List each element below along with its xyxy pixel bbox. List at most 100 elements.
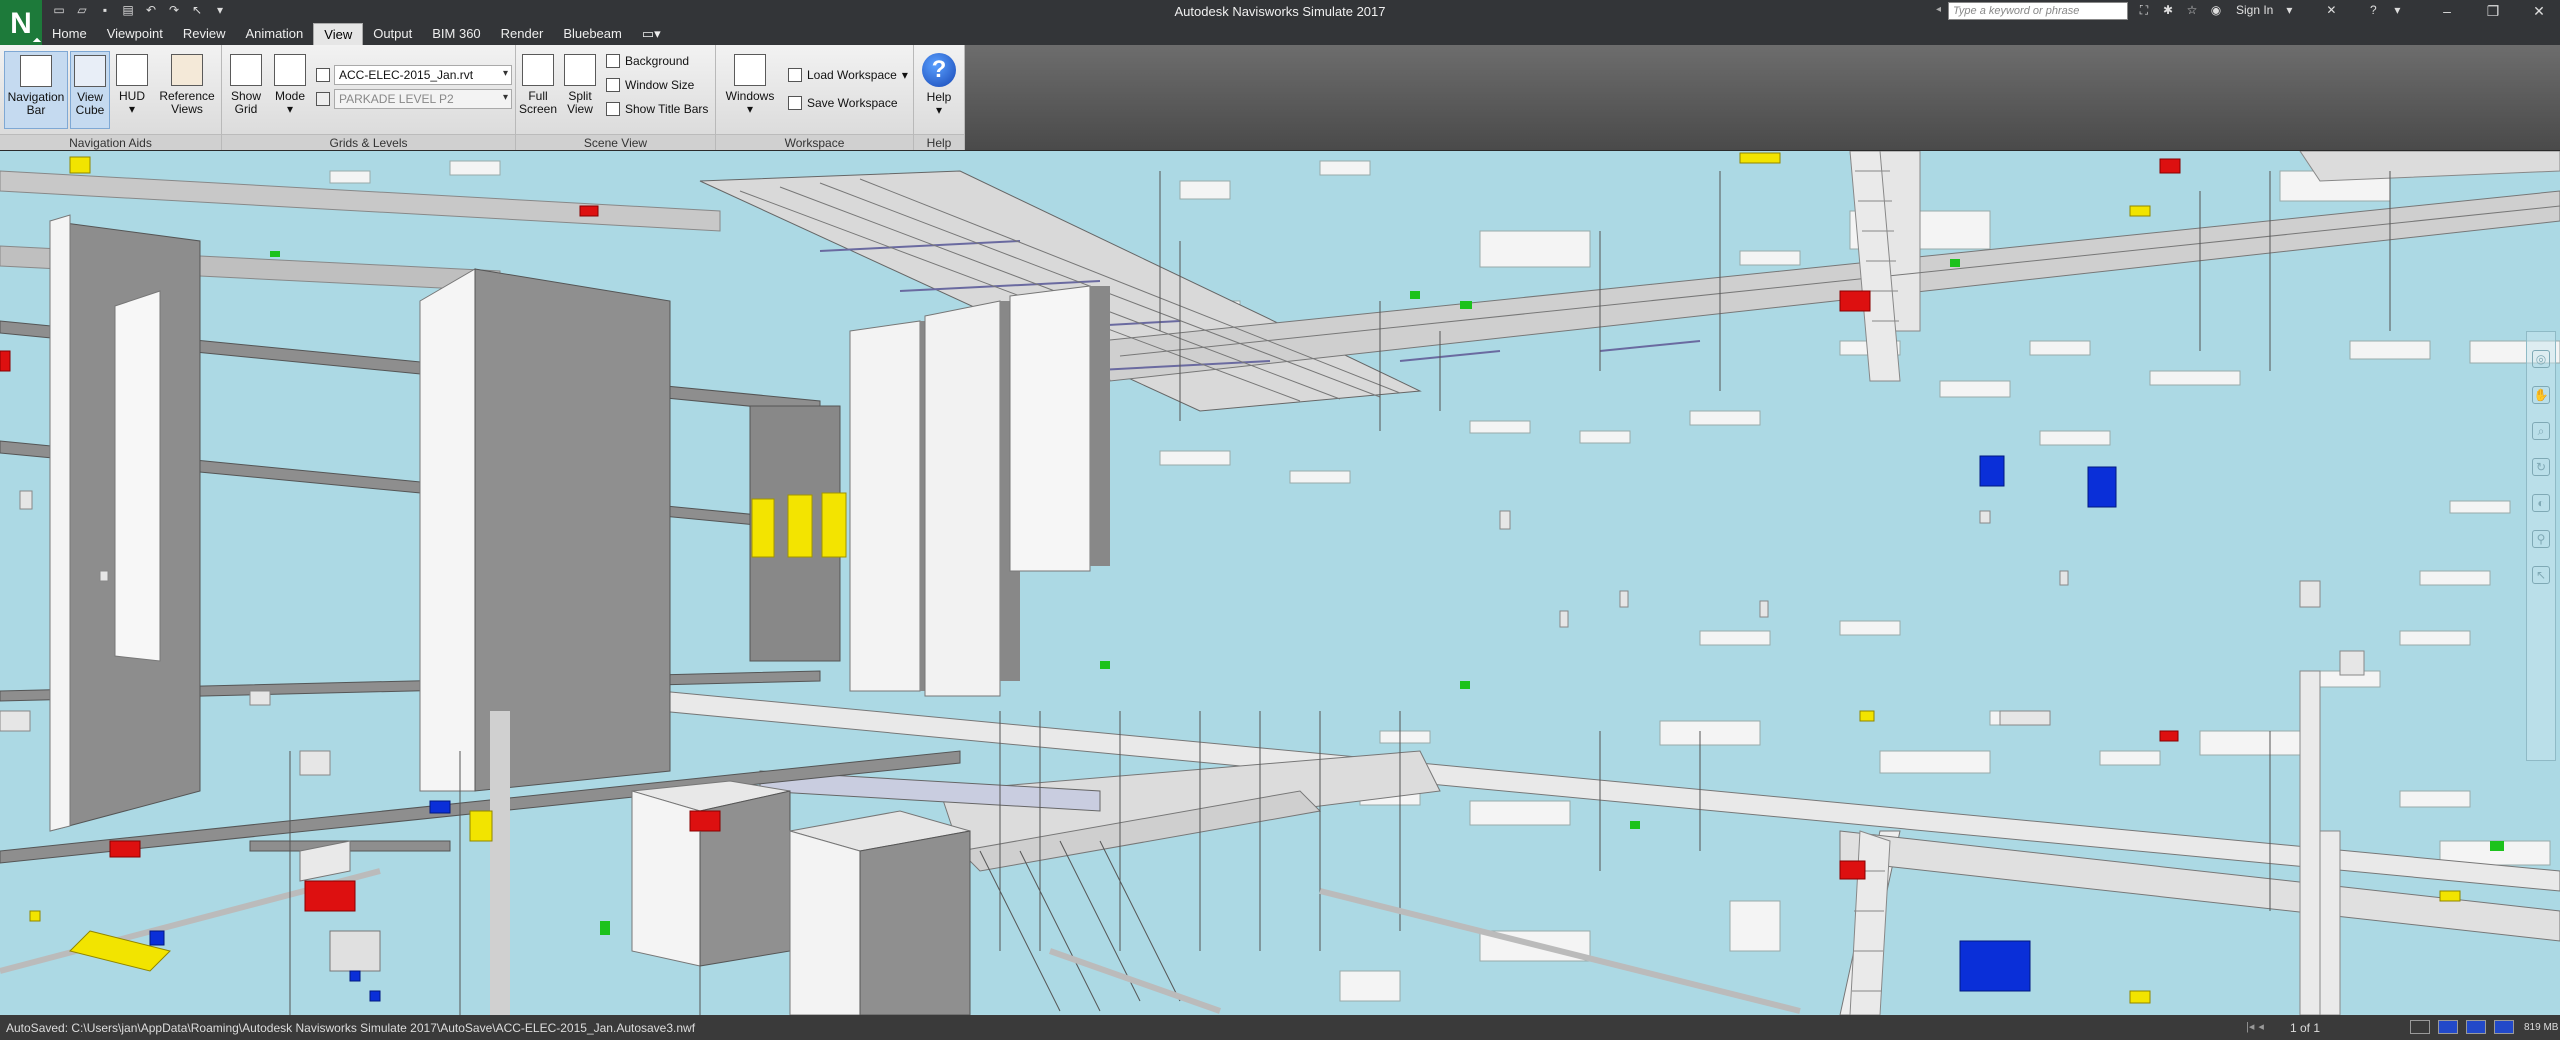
help-dropdown-icon[interactable]: ▾ <box>2389 2 2405 18</box>
title-icons: ⛶ ✱ ☆ ◉ Sign In ▾ ✕ ? ▾ <box>2136 2 2405 18</box>
open-folder-icon[interactable]: ▱ <box>75 3 89 17</box>
tab-output[interactable]: Output <box>363 23 422 45</box>
mode-icon <box>274 54 306 86</box>
binoculars-icon[interactable]: ⛶ <box>2136 2 2152 18</box>
help-icon[interactable]: ? <box>2365 2 2381 18</box>
3d-viewport[interactable]: ◎ ✋ ⌕ ↻ ◐ ⚲ ↖ <box>0 151 2560 1015</box>
zoom-window-icon[interactable]: ⌕ <box>2532 422 2550 440</box>
search-input[interactable]: Type a keyword or phrase <box>1948 2 2128 20</box>
help-panel-label: Help <box>914 134 964 150</box>
progress-memory-icon[interactable] <box>2494 1020 2514 1034</box>
maximize-button[interactable]: ❐ <box>2470 0 2516 23</box>
tab-bluebeam[interactable]: Bluebeam <box>553 23 632 45</box>
help-button[interactable]: ? Help ▾ <box>918 51 960 129</box>
ribbon-tabs: Home Viewpoint Review Animation View Out… <box>42 23 671 45</box>
reference-views-icon <box>171 54 203 86</box>
save-workspace-button[interactable]: Save Workspace <box>788 93 898 113</box>
quick-access-toolbar: ▭ ▱ ▪ ▤ ↶ ↷ ↖ ▾ <box>52 3 227 17</box>
save-icon[interactable]: ▪ <box>98 3 112 17</box>
previous-sheet-icon[interactable]: ◂ <box>2258 1020 2264 1033</box>
select-icon[interactable]: ↖ <box>190 3 204 17</box>
background-icon <box>606 54 620 68</box>
tab-home[interactable]: Home <box>42 23 97 45</box>
title-bar: ▭ ▱ ▪ ▤ ↶ ↷ ↖ ▾ Autodesk Navisworks Simu… <box>0 0 2560 23</box>
select-arrow-icon[interactable]: ↖ <box>2532 566 2550 584</box>
load-workspace-label: Load Workspace <box>807 68 897 82</box>
reference-views-button[interactable]: Reference Views <box>156 51 218 129</box>
view-cube-label: View Cube <box>75 90 105 117</box>
orbit-icon[interactable]: ↻ <box>2532 458 2550 476</box>
save-workspace-icon <box>788 96 802 110</box>
workspace-panel-label: Workspace <box>716 134 913 150</box>
full-screen-label: Full Screen <box>518 89 558 116</box>
level-select[interactable]: PARKADE LEVEL P2 <box>334 89 512 109</box>
reference-views-label: Reference Views <box>159 89 215 116</box>
split-view-label: Split View <box>567 89 593 116</box>
panel-navigation-aids: Navigation Bar View Cube HUD ▾ Reference … <box>0 45 222 150</box>
show-title-bars-button[interactable]: Show Title Bars <box>606 99 708 119</box>
redo-icon[interactable]: ↷ <box>167 3 181 17</box>
model-select[interactable]: ACC-ELEC-2015_Jan.rvt <box>334 65 512 85</box>
background-button[interactable]: Background <box>606 51 689 71</box>
help-label: Help <box>926 90 952 104</box>
close-button[interactable]: ✕ <box>2516 0 2560 23</box>
panel-workspace: Windows ▾ Load Workspace ▾ Save Workspace… <box>716 45 914 150</box>
grid-icon <box>230 54 262 86</box>
navigation-bar: ◎ ✋ ⌕ ↻ ◐ ⚲ ↖ <box>2526 331 2556 761</box>
tab-animation[interactable]: Animation <box>235 23 313 45</box>
dropdown-icon[interactable]: ▾ <box>213 3 227 17</box>
panel-grids-levels: Show Grid Mode▾ ACC-ELEC-2015_Jan.rvt PA… <box>222 45 516 150</box>
navigation-bar-button[interactable]: Navigation Bar <box>4 51 68 129</box>
model-scene <box>0 151 2560 1015</box>
split-view-button[interactable]: Split View <box>560 51 600 129</box>
title-bars-icon <box>606 102 620 116</box>
user-icon[interactable]: ◉ <box>2208 2 2224 18</box>
undo-icon[interactable]: ↶ <box>144 3 158 17</box>
window-size-button[interactable]: Window Size <box>606 75 694 95</box>
subscription-icon[interactable]: ✱ <box>2160 2 2176 18</box>
mode-label: Mode <box>274 89 306 103</box>
navigation-bar-icon <box>20 55 52 87</box>
minimize-button[interactable]: – <box>2424 0 2470 23</box>
save-workspace-label: Save Workspace <box>807 96 898 110</box>
chevron-down-icon[interactable]: ▾ <box>2281 2 2297 18</box>
star-icon[interactable]: ☆ <box>2184 2 2200 18</box>
grids-levels-panel-label: Grids & Levels <box>222 134 515 150</box>
scene-view-panel-label: Scene View <box>516 134 715 150</box>
ribbon-empty-area <box>965 45 2560 150</box>
help-icon: ? <box>922 53 956 87</box>
show-grid-button[interactable]: Show Grid <box>224 51 268 129</box>
memory-usage: 819 MB <box>2524 1022 2559 1033</box>
progress-web-icon[interactable] <box>2466 1020 2486 1034</box>
look-icon[interactable]: ◐ <box>2532 494 2550 512</box>
exchange-icon[interactable]: ✕ <box>2323 2 2339 18</box>
load-workspace-button[interactable]: Load Workspace ▾ <box>788 65 908 85</box>
tab-viewpoint[interactable]: Viewpoint <box>97 23 173 45</box>
first-sheet-icon[interactable]: |◂ <box>2246 1020 2254 1033</box>
hud-icon <box>116 54 148 86</box>
tab-overflow-icon[interactable]: ▭▾ <box>632 23 671 45</box>
mode-button[interactable]: Mode ▾ <box>270 51 310 129</box>
model-icon <box>316 68 330 82</box>
tab-bim360[interactable]: BIM 360 <box>422 23 490 45</box>
full-screen-button[interactable]: Full Screen <box>518 51 558 129</box>
print-icon[interactable]: ▤ <box>121 3 135 17</box>
walk-icon[interactable]: ⚲ <box>2532 530 2550 548</box>
tab-view[interactable]: View <box>313 23 364 45</box>
progress-pencil-icon[interactable] <box>2410 1020 2430 1034</box>
search-chevron-icon[interactable]: ◂ <box>1936 4 1941 15</box>
windows-button[interactable]: Windows ▾ <box>724 51 776 129</box>
progress-disk-icon[interactable] <box>2438 1020 2458 1034</box>
load-workspace-dropdown-icon: ▾ <box>901 68 908 82</box>
pan-icon[interactable]: ✋ <box>2532 386 2550 404</box>
panel-help: ? Help ▾ Help <box>914 45 965 150</box>
view-cube-button[interactable]: View Cube <box>70 51 110 129</box>
tab-review[interactable]: Review <box>173 23 236 45</box>
steering-wheel-icon[interactable]: ◎ <box>2532 350 2550 368</box>
app-logo[interactable]: N <box>0 0 42 47</box>
open-icon[interactable]: ▭ <box>52 3 66 17</box>
sign-in-button[interactable]: Sign In <box>2236 3 2273 17</box>
tab-render[interactable]: Render <box>491 23 554 45</box>
navigation-bar-label: Navigation Bar <box>7 90 65 117</box>
hud-button[interactable]: HUD ▾ <box>112 51 152 129</box>
